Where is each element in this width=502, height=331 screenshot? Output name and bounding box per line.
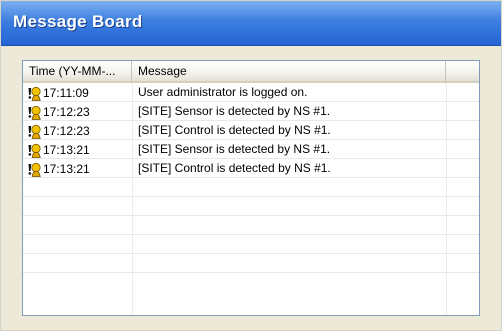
title-bar[interactable]: Message Board (1, 1, 501, 46)
message-cell: User administrator is logged on. (138, 85, 308, 99)
info-user-icon (26, 142, 42, 158)
list-header: Time (YY-MM-... Message (23, 61, 479, 83)
message-list[interactable]: Time (YY-MM-... Message 17:11:09 User adm… (22, 60, 480, 316)
time-cell: 17:13:21 (26, 159, 130, 177)
message-cell: [SITE] Control is detected by NS #1. (138, 161, 331, 175)
table-row[interactable] (23, 254, 479, 273)
info-user-icon (26, 85, 42, 101)
table-row[interactable]: 17:13:21 [SITE] Sensor is detected by NS … (23, 140, 479, 159)
time-value: 17:12:23 (43, 104, 90, 119)
table-row[interactable]: 17:13:21 [SITE] Control is detected by NS… (23, 159, 479, 178)
time-cell: 17:11:09 (26, 83, 130, 101)
table-row[interactable]: 17:12:23 [SITE] Control is detected by NS… (23, 121, 479, 140)
message-rows: 17:11:09 User administrator is logged on.… (23, 83, 479, 273)
time-value: 17:13:21 (43, 161, 90, 176)
column-header-message[interactable]: Message (132, 61, 446, 81)
time-value: 17:11:09 (43, 85, 89, 100)
message-cell: [SITE] Sensor is detected by NS #1. (138, 142, 331, 156)
table-row[interactable]: 17:11:09 User administrator is logged on. (23, 83, 479, 102)
time-value: 17:13:21 (43, 142, 90, 157)
table-row[interactable] (23, 216, 479, 235)
message-board-window: Message Board Time (YY-MM-... Message 17… (0, 0, 502, 331)
time-cell: 17:13:21 (26, 140, 130, 158)
window-title: Message Board (13, 12, 143, 31)
column-header-empty[interactable] (446, 61, 479, 81)
time-cell: 17:12:23 (26, 102, 130, 120)
table-row[interactable] (23, 235, 479, 254)
table-row[interactable] (23, 178, 479, 197)
message-cell: [SITE] Control is detected by NS #1. (138, 123, 331, 137)
info-user-icon (26, 161, 42, 177)
info-user-icon (26, 123, 42, 139)
time-cell: 17:12:23 (26, 121, 130, 139)
time-value: 17:12:23 (43, 123, 90, 138)
table-row[interactable] (23, 197, 479, 216)
table-row[interactable]: 17:12:23 [SITE] Sensor is detected by NS … (23, 102, 479, 121)
column-header-time[interactable]: Time (YY-MM-... (23, 61, 132, 81)
info-user-icon (26, 104, 42, 120)
message-cell: [SITE] Sensor is detected by NS #1. (138, 104, 331, 118)
